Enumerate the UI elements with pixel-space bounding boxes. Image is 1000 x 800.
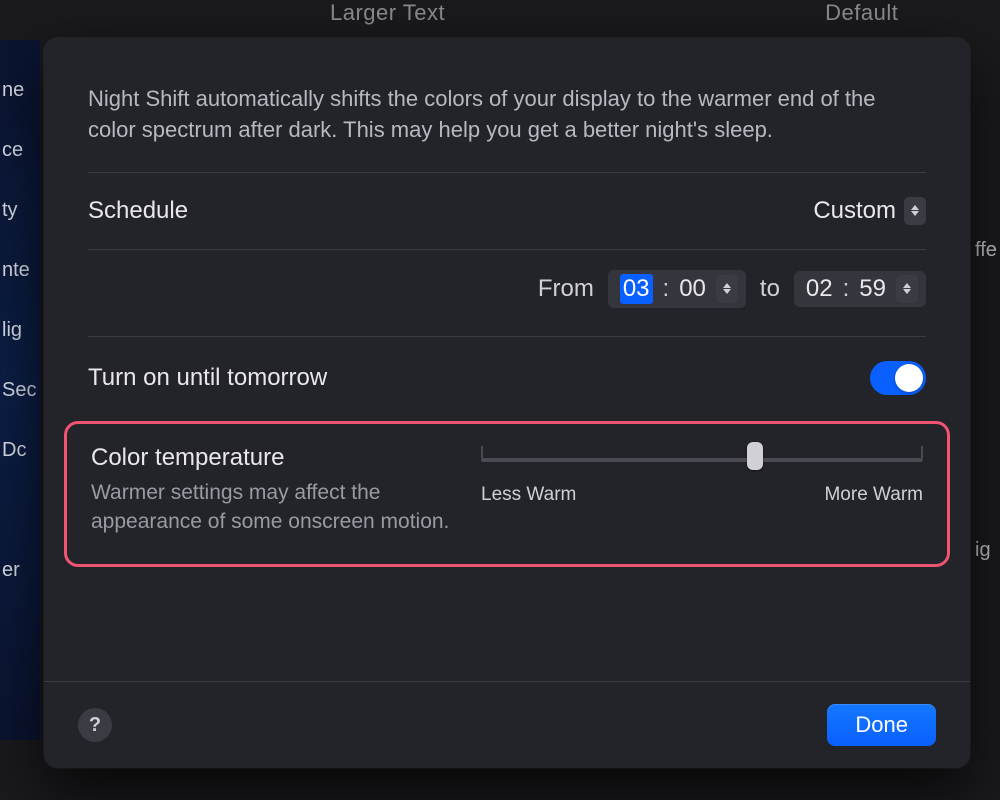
turn-on-label: Turn on until tomorrow xyxy=(88,364,327,392)
slider-track-line xyxy=(481,458,923,462)
right-fragment: ffe xyxy=(975,220,1000,280)
turn-on-row: Turn on until tomorrow xyxy=(88,337,926,419)
description-text: Night Shift automatically shifts the col… xyxy=(88,76,926,172)
to-hour[interactable]: 02 xyxy=(806,275,833,303)
schedule-label: Schedule xyxy=(88,197,188,225)
from-time-input[interactable]: 03:00 xyxy=(608,270,746,308)
sidebar-fragment: lig xyxy=(0,300,40,360)
turn-on-toggle[interactable] xyxy=(870,361,926,395)
sidebar-fragment: er xyxy=(0,540,40,600)
right-fragment xyxy=(975,460,1000,520)
backdrop-label-right: Default xyxy=(825,0,898,35)
color-temp-slider[interactable] xyxy=(481,450,923,470)
sidebar-fragment xyxy=(0,480,40,540)
schedule-row: Schedule Custom xyxy=(88,173,926,249)
from-minute[interactable]: 00 xyxy=(679,275,706,303)
to-label: to xyxy=(760,275,780,303)
updown-icon xyxy=(904,197,926,225)
to-time-input[interactable]: 02:59 xyxy=(794,271,926,307)
night-shift-sheet: Night Shift automatically shifts the col… xyxy=(44,38,970,768)
toggle-knob xyxy=(895,364,923,392)
slider-min-label: Less Warm xyxy=(481,484,576,506)
right-fragment xyxy=(975,400,1000,460)
slider-tick xyxy=(921,446,923,458)
right-fragment xyxy=(975,160,1000,220)
right-fragment: ig xyxy=(975,520,1000,580)
stepper-icon[interactable] xyxy=(716,275,738,303)
time-range-row: From 03:00 to 02:59 xyxy=(88,250,926,336)
color-temp-title: Color temperature xyxy=(91,444,451,472)
to-minute[interactable]: 59 xyxy=(859,275,886,303)
sidebar-fragment: ce xyxy=(0,120,40,180)
right-fragment xyxy=(975,340,1000,400)
sidebar-fragment: ty xyxy=(0,180,40,240)
backdrop-sidebar: ne ce ty nte lig Sec Dc er xyxy=(0,40,40,740)
backdrop-header: Larger Text Default xyxy=(0,0,1000,35)
slider-max-label: More Warm xyxy=(824,484,923,506)
from-label: From xyxy=(538,275,594,303)
stepper-icon[interactable] xyxy=(896,275,918,303)
backdrop-label-left: Larger Text xyxy=(330,0,445,35)
sidebar-fragment: Sec xyxy=(0,360,40,420)
done-button[interactable]: Done xyxy=(827,704,936,746)
slider-thumb[interactable] xyxy=(747,442,763,470)
slider-tick xyxy=(481,446,483,458)
schedule-select[interactable]: Custom xyxy=(813,197,926,225)
color-temperature-section: Color temperature Warmer settings may af… xyxy=(64,421,950,568)
schedule-value: Custom xyxy=(813,197,896,225)
backdrop-right: ffe ig xyxy=(975,100,1000,700)
right-fragment xyxy=(975,100,1000,160)
help-icon: ? xyxy=(89,714,101,737)
sheet-footer: ? Done xyxy=(44,681,970,768)
from-hour[interactable]: 03 xyxy=(620,274,653,304)
help-button[interactable]: ? xyxy=(78,708,112,742)
sidebar-fragment: nte xyxy=(0,240,40,300)
sidebar-fragment: Dc xyxy=(0,420,40,480)
sidebar-fragment: ne xyxy=(0,60,40,120)
right-fragment xyxy=(975,280,1000,340)
color-temp-subtitle: Warmer settings may affect the appearanc… xyxy=(91,478,451,537)
